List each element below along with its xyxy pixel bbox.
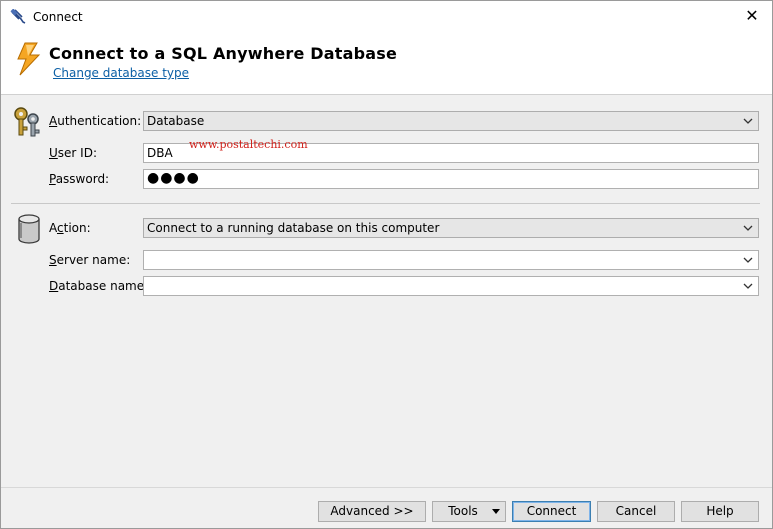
authentication-value: Database [147,114,205,128]
user-id-label: User ID: [49,146,98,160]
database-cylinder-icon [18,214,40,244]
lightning-bolt-icon [17,42,41,76]
password-label: Password: [49,172,110,186]
chevron-down-icon[interactable] [742,280,754,292]
chevron-down-icon [743,118,753,124]
cancel-button[interactable]: Cancel [597,501,675,522]
title-bar: Connect ✕ [1,1,772,32]
server-name-label: Server name: [49,253,131,267]
chevron-down-icon[interactable] [742,254,754,266]
close-button[interactable]: ✕ [740,5,764,27]
password-mask: ●●●● [147,170,200,186]
close-icon: ✕ [745,6,759,25]
authentication-label: Authentication: [49,114,142,128]
chevron-down-icon [743,225,753,231]
action-value: Connect to a running database on this co… [147,221,440,235]
change-database-type-link[interactable]: Change database type [53,66,189,80]
connect-button[interactable]: Connect [512,501,591,522]
footer-divider [1,487,772,488]
watermark-text: www.postaltechi.com [189,138,308,151]
database-name-label: Database name: [49,279,149,293]
connect-dialog: Connect ✕ Connect to a SQL Anywhere Data… [0,0,773,529]
tools-button[interactable]: Tools [432,501,506,522]
help-button[interactable]: Help [681,501,759,522]
action-label: Action: [49,221,91,235]
tools-button-label: Tools [448,504,478,518]
authentication-select[interactable]: Database [143,111,759,131]
dropdown-caret-icon [492,509,500,514]
window-title: Connect [33,10,83,24]
keys-icon [14,107,40,137]
section-divider [11,203,760,204]
advanced-button[interactable]: Advanced >> [318,501,426,522]
user-id-value: DBA [147,146,173,160]
server-name-combobox[interactable] [143,250,759,270]
plug-icon [10,9,26,24]
action-select[interactable]: Connect to a running database on this co… [143,218,759,238]
password-input[interactable]: ●●●● [143,169,759,189]
dialog-header: Connect to a SQL Anywhere Database Chang… [1,32,772,95]
database-name-combobox[interactable] [143,276,759,296]
dialog-heading: Connect to a SQL Anywhere Database [49,44,398,63]
